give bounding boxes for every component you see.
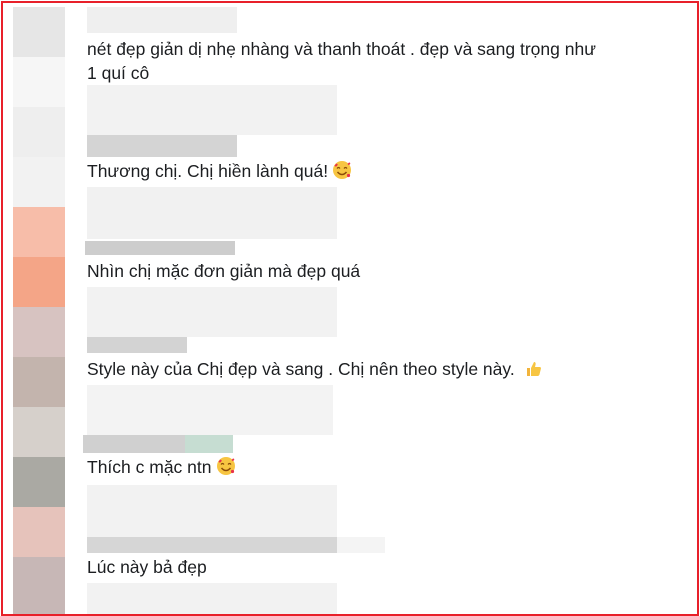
comment-text: Style này của Chị đẹp và sang . Chị nên … [87, 357, 543, 384]
comment-line: 1 quí cô [87, 63, 150, 83]
comment-text: nét đẹp giản dị nhẹ nhàng và thanh thoát… [87, 37, 596, 85]
avatar[interactable] [13, 7, 65, 57]
comment-line: nét đẹp giản dị nhẹ nhàng và thanh thoát… [87, 39, 596, 59]
avatar[interactable] [13, 157, 65, 207]
avatar[interactable] [13, 457, 65, 507]
comment-text: Lúc này bả đẹp [87, 555, 207, 579]
comment-text: Thích c mặc ntn [87, 455, 236, 482]
avatar[interactable] [13, 57, 65, 107]
blurred-username [87, 537, 337, 553]
avatar[interactable] [13, 507, 65, 557]
blurred-content [87, 187, 337, 239]
blurred-username [337, 537, 385, 553]
comment-text: Thương chị. Chị hiền lành quá! [87, 159, 352, 186]
avatar[interactable] [13, 257, 65, 307]
blurred-content [87, 485, 337, 537]
avatar[interactable] [13, 307, 65, 357]
comment-line: Thích c mặc ntn [87, 457, 212, 477]
thumbs-up-icon [525, 360, 543, 384]
smiling-face-with-hearts-icon [332, 160, 352, 186]
blurred-username [87, 7, 237, 33]
avatar[interactable] [13, 207, 65, 257]
screenshot-frame: nét đẹp giản dị nhẹ nhàng và thanh thoát… [1, 1, 699, 616]
blurred-username [185, 435, 233, 453]
comment-line: Lúc này bả đẹp [87, 557, 207, 577]
avatar[interactable] [13, 357, 65, 407]
blurred-username [87, 337, 187, 353]
avatar[interactable] [13, 557, 65, 614]
blurred-content [87, 583, 337, 614]
blurred-username [85, 241, 235, 255]
comment-text: Nhìn chị mặc đơn giản mà đẹp quá [87, 259, 360, 283]
blurred-username [87, 135, 237, 157]
blurred-content [87, 85, 337, 135]
blurred-content [87, 385, 333, 435]
comment-line: Nhìn chị mặc đơn giản mà đẹp quá [87, 261, 361, 281]
blurred-content [87, 287, 337, 337]
blurred-username [83, 435, 185, 453]
comment-line: Style này của Chị đẹp và sang . Chị nên … [87, 359, 515, 379]
avatar[interactable] [13, 107, 65, 157]
smiling-face-with-hearts-icon [216, 456, 236, 482]
avatar[interactable] [13, 407, 65, 457]
comment-line: Thương chị. Chị hiền lành quá! [87, 161, 329, 181]
